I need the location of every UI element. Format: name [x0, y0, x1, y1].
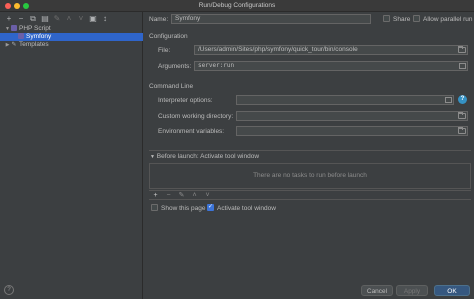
browse-folder-icon[interactable]: [458, 46, 466, 53]
cancel-button[interactable]: Cancel: [361, 285, 393, 296]
tree-item-php-script[interactable]: ▼ PHP Script: [0, 25, 143, 33]
move-down-icon[interactable]: ˅: [77, 14, 85, 24]
window-title: Run/Debug Configurations: [198, 2, 276, 9]
close-window-button[interactable]: [5, 3, 11, 9]
collapse-arrow-icon[interactable]: ▼: [150, 154, 155, 160]
empty-tasks-text: There are no tasks to run before launch: [253, 172, 367, 179]
name-input[interactable]: Symfony: [171, 14, 371, 24]
file-path-text: /Users/admin/Sites/php/symfony/quick_tou…: [198, 46, 358, 53]
folder-icon[interactable]: ▣: [89, 14, 97, 24]
tasks-toolbar: + − ✎ ˄ ˅: [149, 190, 471, 200]
command-line-section-title: Command Line: [149, 83, 194, 90]
arguments-input[interactable]: server:run: [194, 61, 468, 71]
expand-arrow-icon[interactable]: ▼: [4, 25, 11, 33]
wrench-icon: ✎: [11, 42, 17, 48]
tree-item-label: Templates: [19, 41, 49, 48]
allow-parallel-run-label: Allow parallel run: [423, 16, 473, 23]
before-launch-title: Before launch: Activate tool window: [156, 153, 260, 160]
tree-item-label: PHP Script: [19, 25, 51, 32]
tree-item-templates[interactable]: ▶ ✎ Templates: [0, 41, 143, 49]
apply-button[interactable]: Apply: [396, 285, 428, 296]
arguments-label: Arguments:: [158, 63, 192, 70]
working-directory-input[interactable]: [236, 111, 468, 121]
add-icon[interactable]: +: [5, 14, 13, 24]
move-up-icon[interactable]: ˄: [65, 14, 73, 24]
window-titlebar: Run/Debug Configurations: [0, 0, 474, 12]
help-icon[interactable]: ?: [458, 95, 467, 104]
name-label: Name:: [149, 16, 169, 23]
configurations-tree: ▼ PHP Script Symfony ▶ ✎ Templates: [0, 25, 143, 49]
remove-task-icon[interactable]: −: [165, 191, 172, 199]
expand-field-icon[interactable]: [445, 97, 452, 103]
before-launch-header[interactable]: ▼ Before launch: Activate tool window: [150, 153, 259, 160]
share-label: Share: [393, 16, 411, 23]
interpreter-options-label: Interpreter options:: [158, 97, 213, 104]
configuration-section-title: Configuration: [149, 33, 188, 40]
configurations-panel: + − ⧉ ▤ ✎ ˄ ˅ ▣ ↕ ▼ PHP Script Symfony ▶ ✎…: [0, 12, 143, 299]
show-this-page-label: Show this page: [161, 205, 206, 212]
dialog-button-bar: ? Cancel Apply OK: [0, 282, 474, 299]
copy-icon[interactable]: ⧉: [29, 14, 37, 24]
sort-icon[interactable]: ↕: [101, 14, 109, 24]
browse-folder-icon[interactable]: [458, 112, 466, 119]
arguments-text: server:run: [198, 62, 235, 69]
maximize-window-button[interactable]: [23, 3, 29, 9]
configurations-toolbar: + − ⧉ ▤ ✎ ˄ ˅ ▣ ↕: [5, 14, 109, 24]
tree-item-symfony[interactable]: Symfony: [0, 33, 143, 41]
edit-icon[interactable]: ✎: [53, 14, 61, 24]
tree-item-label: Symfony: [26, 33, 52, 40]
php-icon: [18, 33, 24, 39]
move-task-up-icon[interactable]: ˄: [191, 191, 198, 199]
minimize-window-button[interactable]: [14, 3, 20, 9]
browse-folder-icon[interactable]: [458, 127, 466, 134]
activate-tool-window-label: Activate tool window: [217, 205, 276, 212]
add-task-icon[interactable]: +: [152, 191, 159, 199]
activate-tool-window-checkbox[interactable]: [207, 203, 214, 211]
environment-variables-input[interactable]: [236, 126, 468, 136]
before-launch-tasks-list[interactable]: There are no tasks to run before launch: [149, 163, 471, 189]
php-icon: [11, 25, 17, 31]
share-checkbox[interactable]: [383, 15, 390, 22]
collapse-arrow-icon[interactable]: ▶: [4, 41, 11, 49]
interpreter-options-input[interactable]: [236, 95, 454, 105]
help-button[interactable]: ?: [4, 285, 14, 295]
file-input[interactable]: /Users/admin/Sites/php/symfony/quick_tou…: [194, 45, 468, 55]
file-label: File:: [158, 47, 171, 54]
save-icon[interactable]: ▤: [41, 14, 49, 24]
edit-task-icon[interactable]: ✎: [178, 191, 185, 199]
show-this-page-checkbox[interactable]: [151, 204, 158, 211]
expand-field-icon[interactable]: [459, 63, 466, 69]
ok-button[interactable]: OK: [434, 285, 470, 296]
move-task-down-icon[interactable]: ˅: [204, 191, 211, 199]
environment-variables-label: Environment variables:: [158, 128, 225, 135]
remove-icon[interactable]: −: [17, 14, 25, 24]
section-divider: [149, 150, 471, 151]
allow-parallel-run-checkbox[interactable]: [413, 15, 420, 22]
working-directory-label: Custom working directory:: [158, 113, 234, 120]
